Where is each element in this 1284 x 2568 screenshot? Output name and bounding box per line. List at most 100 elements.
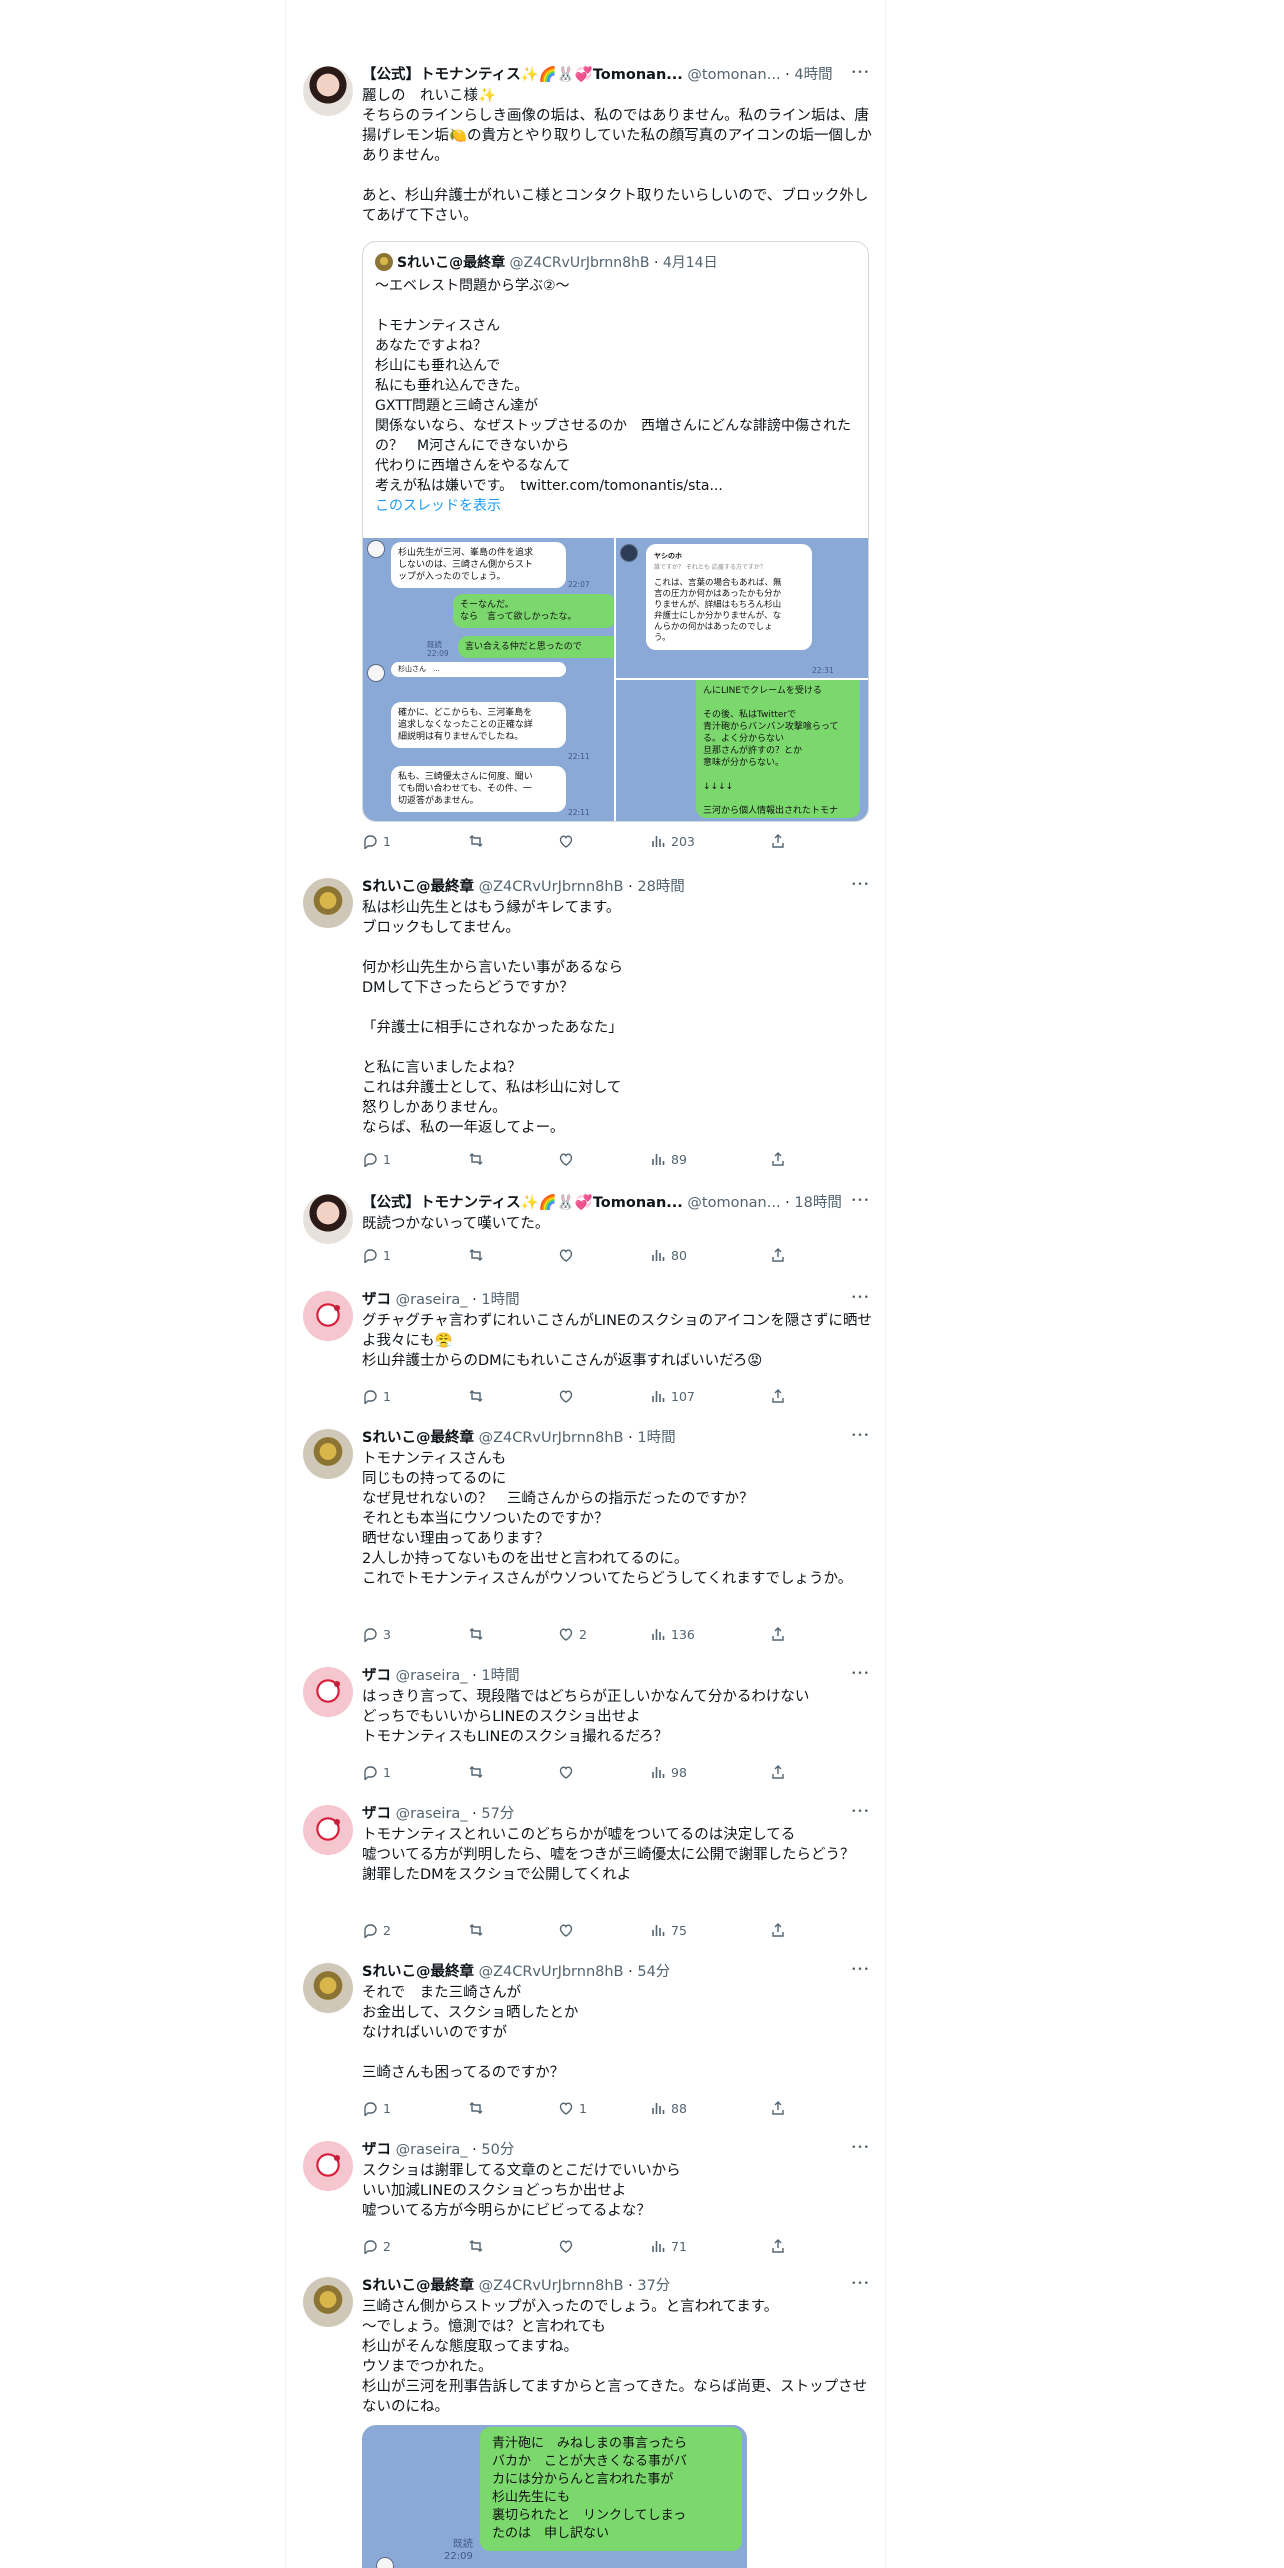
tweet-time[interactable]: 4時間 — [794, 67, 832, 83]
share-button[interactable] — [770, 1388, 786, 1404]
like-button[interactable] — [558, 1764, 579, 1780]
more-options-icon[interactable]: ••• — [851, 1431, 870, 1441]
chat-screenshot-bottomright[interactable]: んにLINEでクレームを受ける その後、私はTwitterで 青汁砲からバンバン… — [616, 680, 868, 821]
retweet-button[interactable] — [468, 1922, 489, 1938]
views-button[interactable]: 89 — [650, 1151, 687, 1167]
tweet[interactable]: ザコ @raseira_ · 57分 ••• トモナンティスとれいこのどちらかが嘘を… — [286, 1803, 884, 1961]
author-handle[interactable]: @Z4CRvUrJbrnn8hB — [479, 1964, 624, 1980]
more-options-icon[interactable]: ••• — [851, 2279, 870, 2289]
share-button[interactable] — [770, 1151, 786, 1167]
author-handle[interactable]: @Z4CRvUrJbrnn8hB — [479, 879, 624, 895]
views-button[interactable]: 203 — [650, 833, 695, 849]
retweet-button[interactable] — [468, 1247, 489, 1263]
quoted-time[interactable]: 4月14日 — [663, 255, 718, 271]
quoted-tweet[interactable]: Sれいこ@最終章 @Z4CRvUrJbrnn8hB · 4月14日 〜エベレスト問… — [362, 241, 869, 822]
zako-avatar[interactable] — [303, 1667, 353, 1717]
tweet-time[interactable]: 1時間 — [481, 1292, 519, 1308]
tweet[interactable]: ザコ @raseira_ · 50分 ••• スクショは謝罪してる文章のとこだけでい… — [286, 2139, 884, 2275]
reply-button[interactable]: 3 — [362, 1626, 391, 1642]
views-button[interactable]: 98 — [650, 1764, 687, 1780]
chat-screenshot-topright[interactable]: ヤシのホ 誰ですか？ それとも 応援する方ですか？ これは、言葉の場合もあれば、無 … — [616, 538, 868, 678]
like-button[interactable] — [558, 1922, 579, 1938]
retweet-button[interactable] — [468, 1764, 489, 1780]
more-options-icon[interactable]: ••• — [851, 880, 870, 890]
like-button[interactable] — [558, 833, 579, 849]
like-button[interactable] — [558, 1247, 579, 1263]
tweet[interactable]: ザコ @raseira_ · 1時間 ••• グチャグチャ言わずにれいこさんがLIN… — [286, 1289, 884, 1427]
tweet-time[interactable]: 54分 — [637, 1964, 670, 1980]
quoted-author-name[interactable]: Sれいこ@最終章 — [397, 255, 505, 271]
author-name[interactable]: Sれいこ@最終章 — [362, 2278, 474, 2294]
quoted-link[interactable]: twitter.com/tomonantis/sta... — [520, 478, 723, 494]
chat-screenshot-left[interactable]: 杉山先生が三河、峯島の件を追求 しないのは、三崎さん側からスト ップが入ったので… — [363, 538, 614, 821]
author-handle[interactable]: @raseira_ — [396, 1806, 468, 1822]
views-button[interactable]: 75 — [650, 1922, 687, 1938]
reiko-avatar[interactable] — [303, 1429, 353, 1479]
tweet[interactable]: 【公式】トモナンティス✨🌈🐰💞Tomonan... @tomonan... · … — [286, 1192, 884, 1289]
tweet-time[interactable]: 18時間 — [794, 1195, 841, 1211]
like-button[interactable]: 1 — [558, 2100, 587, 2116]
more-options-icon[interactable]: ••• — [851, 1669, 870, 1679]
show-thread-link[interactable]: このスレッドを表示 — [375, 498, 501, 514]
tweet-time[interactable]: 50分 — [481, 2142, 514, 2158]
share-button[interactable] — [770, 1247, 786, 1263]
share-button[interactable] — [770, 1764, 786, 1780]
reply-button[interactable]: 2 — [362, 1922, 391, 1938]
share-button[interactable] — [770, 1626, 786, 1642]
more-options-icon[interactable]: ••• — [851, 1807, 870, 1817]
views-button[interactable]: 71 — [650, 2238, 687, 2254]
tweet[interactable]: Sれいこ@最終章 @Z4CRvUrJbrnn8hB · 28時間 ••• 私は杉山先… — [286, 876, 884, 1192]
share-button[interactable] — [770, 2238, 786, 2254]
views-button[interactable]: 107 — [650, 1388, 695, 1404]
author-name[interactable]: 【公式】トモナンティス✨🌈🐰💞Tomonan... — [362, 1195, 683, 1211]
tweet[interactable]: 【公式】トモナンティス✨🌈🐰💞Tomonan... @tomonan... · … — [286, 64, 884, 876]
retweet-button[interactable] — [468, 833, 489, 849]
author-handle[interactable]: @tomonan... — [687, 67, 780, 83]
author-name[interactable]: Sれいこ@最終章 — [362, 1430, 474, 1446]
retweet-button[interactable] — [468, 1388, 489, 1404]
tweet-time[interactable]: 37分 — [637, 2278, 670, 2294]
tweet-time[interactable]: 28時間 — [637, 879, 684, 895]
views-button[interactable]: 136 — [650, 1626, 695, 1642]
reiko-avatar[interactable] — [303, 2277, 353, 2327]
more-options-icon[interactable]: ••• — [851, 1293, 870, 1303]
reply-button[interactable]: 1 — [362, 2100, 391, 2116]
retweet-button[interactable] — [468, 2238, 489, 2254]
tweet-time[interactable]: 57分 — [481, 1806, 514, 1822]
author-name[interactable]: ザコ — [362, 1668, 391, 1684]
author-handle[interactable]: @Z4CRvUrJbrnn8hB — [479, 2278, 624, 2294]
retweet-button[interactable] — [468, 1151, 489, 1167]
like-button[interactable] — [558, 1388, 579, 1404]
reiko-avatar[interactable] — [303, 1963, 353, 2013]
tweet[interactable]: Sれいこ@最終章 @Z4CRvUrJbrnn8hB · 1時間 ••• トモナンティ… — [286, 1427, 884, 1665]
tweet-time[interactable]: 1時間 — [481, 1668, 519, 1684]
views-button[interactable]: 88 — [650, 2100, 687, 2116]
author-name[interactable]: Sれいこ@最終章 — [362, 879, 474, 895]
author-name[interactable]: ザコ — [362, 1806, 391, 1822]
like-button[interactable]: 2 — [558, 1626, 587, 1642]
quoted-author-handle[interactable]: @Z4CRvUrJbrnn8hB — [510, 255, 650, 271]
more-options-icon[interactable]: ••• — [851, 2143, 870, 2153]
share-button[interactable] — [770, 833, 786, 849]
zako-avatar[interactable] — [303, 2141, 353, 2191]
reply-button[interactable]: 1 — [362, 1247, 391, 1263]
author-handle[interactable]: @Z4CRvUrJbrnn8hB — [479, 1430, 624, 1446]
author-name[interactable]: Sれいこ@最終章 — [362, 1964, 474, 1980]
more-options-icon[interactable]: ••• — [851, 1196, 870, 1206]
reiko-avatar[interactable] — [303, 878, 353, 928]
author-handle[interactable]: @raseira_ — [396, 2142, 468, 2158]
author-name[interactable]: ザコ — [362, 1292, 391, 1308]
reply-button[interactable]: 1 — [362, 1764, 391, 1780]
share-button[interactable] — [770, 1922, 786, 1938]
tweet[interactable]: Sれいこ@最終章 @Z4CRvUrJbrnn8hB · 54分 ••• それで また… — [286, 1961, 884, 2139]
reply-button[interactable]: 1 — [362, 833, 391, 849]
tweet[interactable]: Sれいこ@最終章 @Z4CRvUrJbrnn8hB · 37分 ••• 三崎さん側か… — [286, 2275, 884, 2568]
zako-avatar[interactable] — [303, 1291, 353, 1341]
reply-button[interactable]: 1 — [362, 1388, 391, 1404]
retweet-button[interactable] — [468, 1626, 489, 1642]
tomonantis-avatar[interactable] — [303, 66, 353, 116]
author-handle[interactable]: @raseira_ — [396, 1292, 468, 1308]
author-handle[interactable]: @tomonan... — [687, 1195, 780, 1211]
more-options-icon[interactable]: ••• — [851, 1965, 870, 1975]
author-name[interactable]: 【公式】トモナンティス✨🌈🐰💞Tomonan... — [362, 67, 683, 83]
